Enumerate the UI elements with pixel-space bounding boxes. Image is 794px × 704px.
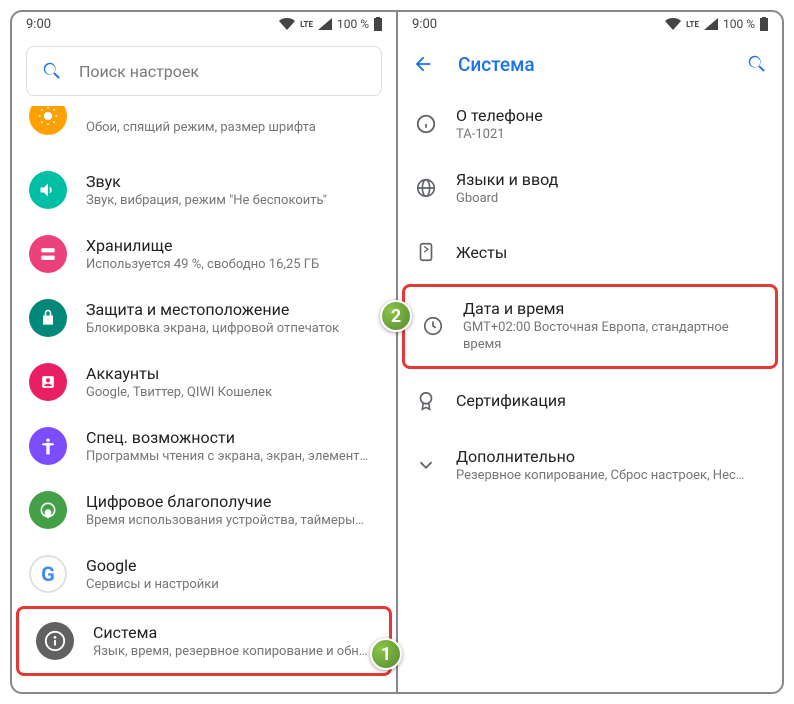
settings-item-accessibility[interactable]: Спец. возможности Программы чтения с экра… (12, 414, 396, 478)
item-subtitle: Программы чтения с экрана, экран, элемен… (86, 449, 380, 464)
system-item-languages[interactable]: Языки и ввод Gboard (398, 156, 782, 220)
settings-item-accounts[interactable]: Аккаунты Google, Твиттер, QIWI Кошелек (12, 350, 396, 414)
clock-icon (421, 314, 445, 338)
settings-main-screen: 9:00 LTE 100 % Поиск настроек Обои, спящ… (12, 12, 398, 692)
item-subtitle: GMT+02:00 Восточная Европа, стандартное … (463, 320, 759, 354)
item-title: Языки и ввод (456, 170, 766, 189)
system-item-gestures[interactable]: Жесты (398, 220, 782, 284)
settings-item-display[interactable]: Обои, спящий режим, размер шрифта (12, 106, 396, 158)
item-subtitle: Блокировка экрана, цифровой отпечаток (86, 321, 380, 336)
step-badge-2: 2 (380, 300, 412, 332)
storage-icon (29, 235, 67, 273)
item-title: Хранилище (86, 236, 380, 255)
system-item-advanced[interactable]: Дополнительно Резервное копирование, Сбро… (398, 433, 782, 497)
battery-icon (760, 17, 768, 31)
item-title: Цифровое благополучие (86, 492, 380, 511)
gesture-icon (414, 240, 438, 264)
page-title: Система (458, 53, 722, 76)
display-icon (29, 106, 67, 135)
chevron-down-icon (414, 453, 438, 477)
accessibility-icon (29, 427, 67, 465)
settings-item-sound[interactable]: Звук Звук, вибрация, режим "Не беспокоить… (12, 158, 396, 222)
clock: 9:00 (26, 17, 51, 32)
item-subtitle: Резервное копирование, Сброс настроек, Н… (456, 468, 766, 483)
item-subtitle: Сервисы и настройки (86, 577, 380, 592)
settings-item-security[interactable]: Защита и местоположение Блокировка экрана… (12, 286, 396, 350)
network-label: LTE (300, 20, 313, 29)
wellbeing-icon (29, 491, 67, 529)
wifi-icon (279, 18, 295, 30)
item-title: Спец. возможности (86, 428, 380, 447)
lock-icon (29, 299, 67, 337)
info-icon (36, 622, 74, 660)
highlight-datetime: Дата и время GMT+02:00 Восточная Европа, … (402, 284, 778, 369)
award-icon (414, 389, 438, 413)
system-list: О телефоне TA-1021 Языки и ввод Gboard Жес… (398, 92, 782, 692)
item-subtitle: Обои, спящий режим, размер шрифта (86, 120, 380, 135)
search-settings[interactable]: Поиск настроек (26, 46, 382, 96)
item-title: Жесты (456, 243, 766, 262)
settings-item-system[interactable]: Система Язык, время, резервное копировани… (19, 609, 389, 673)
system-item-datetime[interactable]: Дата и время GMT+02:00 Восточная Европа, … (405, 287, 775, 366)
settings-item-google[interactable]: G Google Сервисы и настройки (12, 542, 396, 606)
highlight-system: Система Язык, время, резервное копировани… (16, 606, 392, 676)
item-title: Сертификация (456, 391, 766, 410)
item-title: Дополнительно (456, 447, 766, 466)
google-icon: G (29, 555, 67, 593)
settings-list: Обои, спящий режим, размер шрифта ЗвукЗв… (12, 106, 396, 692)
wifi-icon (665, 18, 681, 30)
item-title: Аккаунты (86, 364, 380, 383)
system-settings-screen: 9:00 LTE 100 % Система О телефоне TA-1021… (398, 12, 782, 692)
item-subtitle: Используется 49 %, свободно 16,25 ГБ (86, 257, 380, 272)
search-icon (41, 60, 63, 82)
item-subtitle: Gboard (456, 191, 766, 206)
item-subtitle: Google, Твиттер, QIWI Кошелек (86, 385, 380, 400)
battery-pct: 100 % (337, 17, 369, 31)
search-placeholder: Поиск настроек (79, 62, 199, 81)
step-badge-1: 1 (370, 638, 402, 670)
signal-icon (318, 18, 332, 30)
app-bar: Система (398, 36, 782, 92)
item-title: Дата и время (463, 299, 759, 318)
item-subtitle: Звук, вибрация, режим "Не беспокоить" (86, 193, 380, 208)
item-title: О телефоне (456, 106, 766, 125)
status-bar: 9:00 LTE 100 % (12, 12, 396, 36)
system-item-about[interactable]: О телефоне TA-1021 (398, 92, 782, 156)
back-icon[interactable] (412, 53, 434, 75)
item-title: Система (93, 623, 373, 642)
sound-icon (29, 171, 67, 209)
item-subtitle: Язык, время, резервное копирование и обн… (93, 644, 373, 659)
item-subtitle: Время использования устройства, таймеры… (86, 513, 380, 528)
signal-icon (704, 18, 718, 30)
settings-item-wellbeing[interactable]: Цифровое благополучие Время использования… (12, 478, 396, 542)
battery-pct: 100 % (723, 17, 755, 31)
status-bar: 9:00 LTE 100 % (398, 12, 782, 36)
item-subtitle: TA-1021 (456, 127, 766, 142)
clock: 9:00 (412, 17, 437, 32)
settings-item-storage[interactable]: Хранилище Используется 49 %, свободно 16,… (12, 222, 396, 286)
item-title: Защита и местоположение (86, 300, 380, 319)
item-title: Звук (86, 172, 380, 191)
system-item-certification[interactable]: Сертификация (398, 369, 782, 433)
info-outline-icon (414, 112, 438, 136)
globe-icon (414, 176, 438, 200)
accounts-icon (29, 363, 67, 401)
status-icons: LTE 100 % (665, 17, 768, 31)
status-icons: LTE 100 % (279, 17, 382, 31)
network-label: LTE (686, 20, 699, 29)
battery-icon (374, 17, 382, 31)
search-icon[interactable] (746, 53, 768, 75)
item-title: Google (86, 556, 380, 575)
